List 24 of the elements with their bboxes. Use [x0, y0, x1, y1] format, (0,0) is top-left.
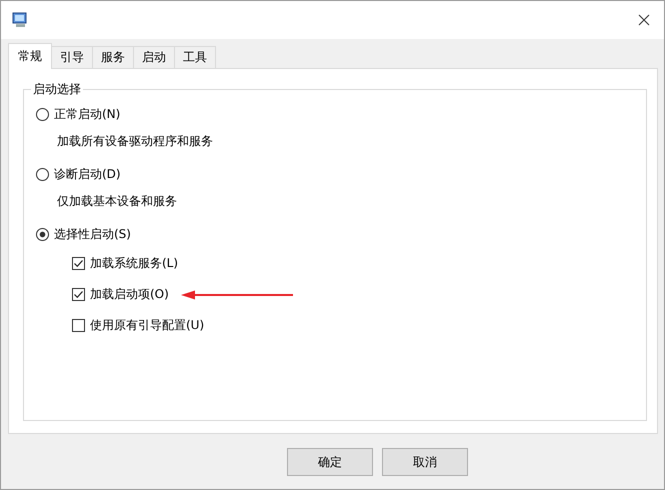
close-icon[interactable]	[638, 14, 650, 26]
dialog-button[interactable]: 确定	[287, 448, 373, 476]
checkbox[interactable]	[72, 319, 85, 332]
option-description: 加载所有设备驱动程序和服务	[57, 133, 214, 150]
group-title: 启动选择	[31, 81, 83, 98]
radio-option[interactable]: 诊断启动(D)	[36, 166, 634, 183]
tab[interactable]: 工具	[174, 46, 216, 68]
radio-button[interactable]	[36, 108, 49, 121]
radio-label: 正常启动(N)	[54, 106, 120, 123]
dialog-button[interactable]: 取消	[382, 448, 468, 476]
checkbox[interactable]	[72, 257, 85, 270]
computer-icon	[11, 11, 29, 29]
radio-option[interactable]: 正常启动(N)	[36, 106, 634, 123]
radio-label: 诊断启动(D)	[54, 166, 121, 183]
radio-option[interactable]: 选择性启动(S)	[36, 226, 634, 243]
checkbox[interactable]	[72, 288, 85, 301]
tab[interactable]: 常规	[8, 43, 52, 69]
radio-label: 选择性启动(S)	[54, 226, 131, 243]
checkbox-label: 使用原有引导配置(U)	[90, 317, 204, 334]
radio-button[interactable]	[36, 228, 49, 241]
checkbox-label: 加载启动项(O)	[90, 286, 169, 303]
checkbox-label: 加载系统服务(L)	[90, 255, 178, 272]
radio-button[interactable]	[36, 168, 49, 181]
option-description: 仅加载基本设备和服务	[57, 193, 178, 210]
